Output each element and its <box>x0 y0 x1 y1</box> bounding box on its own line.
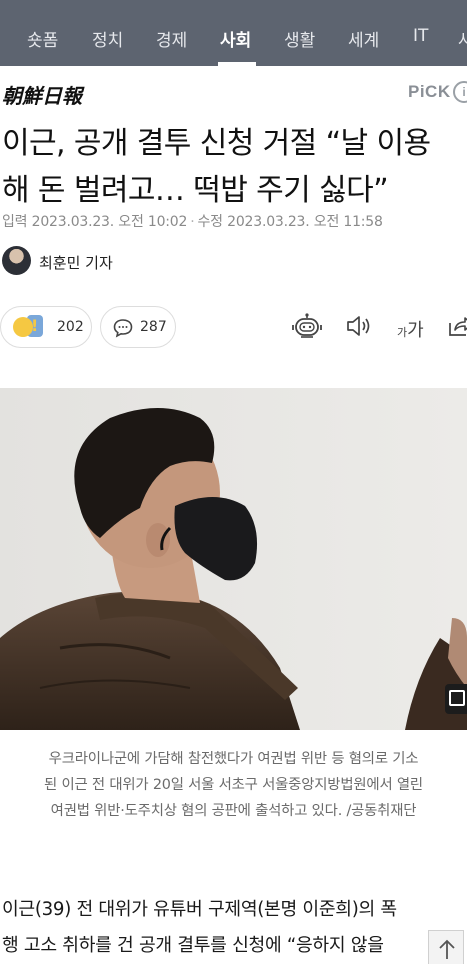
photo-caption: 우크라이나군에 가담해 참전했다가 여권법 위반 등 혐의로 기소 된 이근 전… <box>0 746 467 824</box>
font-size-small: 가 <box>397 326 408 339</box>
scroll-top-button[interactable] <box>428 930 464 964</box>
comment-count: 287 <box>140 319 167 335</box>
reaction-count: 202 <box>57 319 84 335</box>
updated-date: 수정 2023.03.23. 오전 11:58 <box>197 214 383 230</box>
reporter-avatar[interactable] <box>2 246 31 275</box>
reaction-emoji-icon <box>13 317 33 337</box>
input-date: 입력 2023.03.23. 오전 10:02 <box>2 214 188 230</box>
tab-it[interactable]: IT <box>413 26 428 46</box>
pick-info-icon[interactable]: i <box>453 81 467 103</box>
tab-politics[interactable]: 정치 <box>92 26 123 51</box>
comment-icon <box>113 319 133 338</box>
pick-label[interactable]: PiCK <box>408 82 451 102</box>
press-header: 朝鮮日報 PiCK i <box>0 66 467 118</box>
article-photo[interactable] <box>0 388 467 730</box>
date-separator: · <box>190 214 195 230</box>
tab-life[interactable]: 생활 <box>284 26 315 51</box>
tab-world[interactable]: 세계 <box>348 26 379 51</box>
tab-shortform[interactable]: 숏폼 <box>27 26 58 51</box>
headline-line: 이근, 공개 결투 신청 거절 “날 이용 <box>2 126 431 161</box>
body-line: 행 고소 취하를 건 공개 결투를 신청에 “응하지 않을 <box>2 935 384 956</box>
caption-line: 우크라이나군에 가담해 참전했다가 여권법 위반 등 혐의로 기소 <box>48 751 419 767</box>
speaker-icon[interactable] <box>345 313 371 339</box>
comment-button[interactable]: 287 <box>100 306 176 348</box>
article-dates: 입력 2023.03.23. 오전 10:02 · 수정 2023.03.23. 오… <box>2 211 383 231</box>
photo-illustration <box>0 388 467 730</box>
article-headline: 이근, 공개 결투 신청 거절 “날 이용 해 돈 벌려고… 떡밥 주기 싫다” <box>2 120 467 214</box>
body-line: 이근(39) 전 대위가 유튜버 구제역(본명 이준희)의 폭 <box>2 899 397 920</box>
expand-icon[interactable] <box>445 684 467 714</box>
caption-line: 여권법 위반·도주치상 혐의 공판에 출석하고 있다. /공동취재단 <box>50 803 417 819</box>
tab-society[interactable]: 사회 <box>220 26 251 51</box>
reporter-name[interactable]: 최훈민 기자 <box>39 252 113 273</box>
category-nav: 숏폼 정치 경제 사회 생활 세계 IT 사 <box>0 0 467 66</box>
press-logo[interactable]: 朝鮮日報 <box>2 80 82 109</box>
scroll-top-icon <box>439 939 455 959</box>
font-size-icon[interactable]: 가가 <box>397 316 424 342</box>
font-size-large: 가 <box>407 320 424 341</box>
tab-partial[interactable]: 사 <box>458 26 467 51</box>
caption-line: 된 이근 전 대위가 20일 서울 서초구 서울중앙지방법원에서 열린 <box>44 777 423 793</box>
headline-line: 해 돈 벌려고… 떡밥 주기 싫다” <box>2 173 389 208</box>
article-body: 이근(39) 전 대위가 유튜버 구제역(본명 이준희)의 폭 행 고소 취하를… <box>2 892 467 964</box>
share-icon[interactable] <box>447 313 467 339</box>
reaction-button[interactable]: 202 <box>0 306 92 348</box>
tab-economy[interactable]: 경제 <box>156 26 187 51</box>
summary-bot-icon[interactable] <box>292 313 322 341</box>
